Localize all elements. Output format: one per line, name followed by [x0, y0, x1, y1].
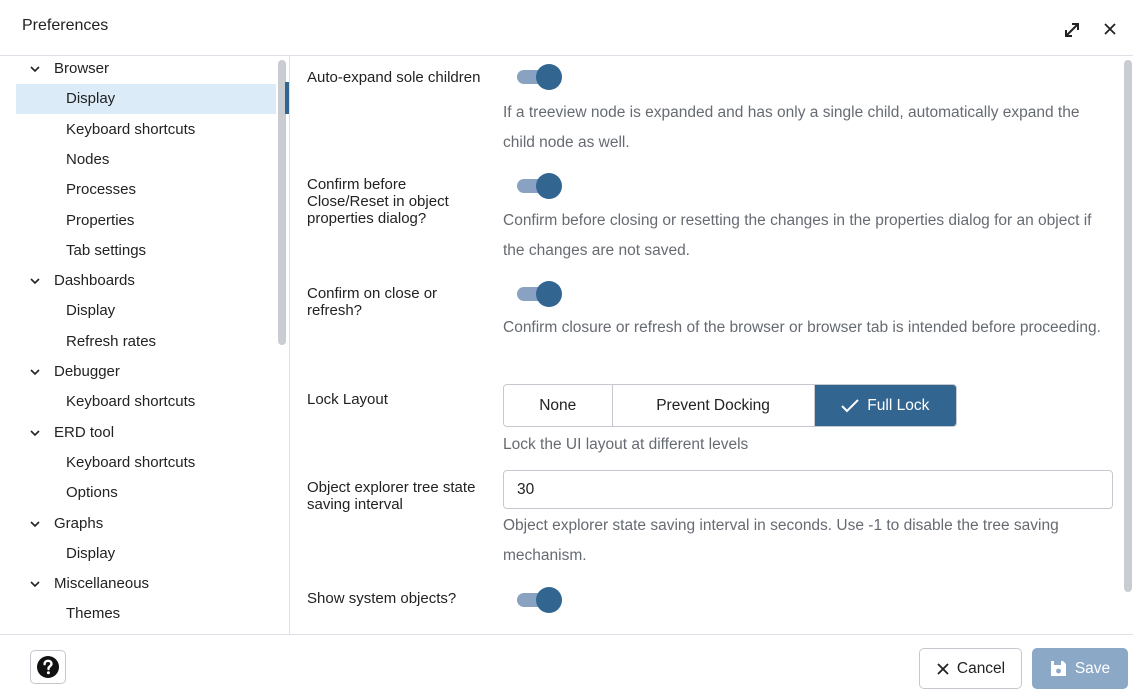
tree-item-label: Debugger [54, 363, 120, 380]
tree-saving-interval-input[interactable] [503, 470, 1113, 509]
cancel-label: Cancel [956, 659, 1006, 677]
dialog-title: Preferences [22, 17, 109, 34]
confirm-close-refresh-toggle[interactable] [517, 280, 563, 307]
tree-item-label: Keyboard shortcuts [66, 453, 196, 471]
tree-group[interactable]: Graphs [16, 509, 276, 539]
auto-expand-label: Auto-expand sole children [307, 69, 481, 86]
tree-item[interactable]: Themes [16, 599, 276, 629]
lock-layout-option-none[interactable]: None [504, 385, 613, 426]
option-label: Prevent Docking [656, 396, 770, 414]
tree-item[interactable]: Display [16, 84, 276, 115]
tree-item[interactable]: Keyboard shortcuts [16, 115, 276, 145]
tree-item-label: Graphs [54, 514, 104, 532]
show-system-objects-label: Show system objects? [307, 590, 457, 607]
close-icon[interactable] [1100, 19, 1120, 39]
tree-group[interactable]: Browser [16, 54, 276, 84]
chevron-down-icon[interactable] [30, 520, 40, 528]
tree-saving-interval-help: Object explorer state saving interval in… [503, 517, 1059, 564]
tree-item[interactable]: Refresh rates [16, 327, 276, 357]
help-button[interactable] [30, 650, 66, 684]
toggle-knob [536, 173, 562, 199]
tree-item-label: Keyboard shortcuts [66, 120, 196, 138]
settings-scrollbar[interactable] [1124, 60, 1132, 592]
toggle-knob [536, 587, 562, 613]
option-label: None [539, 396, 577, 414]
tree-item[interactable]: Tab settings [16, 236, 276, 266]
tree-item[interactable]: Keyboard shortcuts [16, 448, 276, 478]
chevron-down-icon[interactable] [30, 368, 40, 376]
tree-item-label: Options [66, 484, 118, 502]
lock-layout-help: Lock the UI layout at different levels [503, 436, 749, 453]
tree-item-label: ERD tool [54, 423, 115, 441]
tree-group[interactable]: ERD tool [16, 418, 276, 448]
tree-item[interactable]: Properties [16, 206, 276, 236]
tree-selection-indicator [285, 82, 289, 114]
confirm-close-reset-help: Confirm before closing or resetting the … [503, 212, 1092, 259]
auto-expand-toggle[interactable] [517, 63, 563, 90]
chevron-down-icon[interactable] [30, 429, 40, 437]
check-icon [841, 398, 860, 412]
lock-layout-selector: None Prevent Docking Full Lock [503, 384, 957, 427]
save-label: Save [1074, 659, 1111, 677]
confirm-close-refresh-help: Confirm closure or refresh of the browse… [503, 319, 1101, 336]
tree-group[interactable]: Miscellaneous [16, 569, 276, 599]
tree-item-label: Properties [66, 211, 135, 229]
auto-expand-help: If a treeview node is expanded and has o… [503, 104, 1080, 151]
show-system-objects-toggle[interactable] [517, 586, 563, 613]
tree-item[interactable]: Nodes [16, 145, 276, 175]
floppy-disk-icon [1050, 661, 1066, 676]
chevron-down-icon[interactable] [30, 277, 40, 285]
tree-item[interactable]: Display [16, 539, 276, 569]
expand-icon[interactable] [1062, 20, 1082, 40]
tree-item-label: Display [66, 302, 116, 320]
tree-saving-interval-label: Object explorer tree state saving interv… [307, 479, 476, 513]
option-label: Full Lock [867, 396, 930, 414]
chevron-down-icon[interactable] [30, 580, 40, 588]
lock-layout-option-full-lock[interactable]: Full Lock [814, 385, 956, 426]
tree-item-label: Browser [54, 60, 110, 77]
tree-item-label: Dashboards [54, 272, 135, 290]
tree-item-label: Display [66, 90, 116, 108]
chevron-down-icon[interactable] [30, 65, 40, 73]
confirm-close-reset-label: Confirm before Close/Reset in object pro… [307, 176, 449, 227]
cancel-button[interactable]: Cancel [919, 648, 1022, 689]
tree-item-label: Miscellaneous [54, 575, 150, 593]
tree-item[interactable]: Processes [16, 175, 276, 205]
help-icon [37, 656, 59, 678]
tree-group[interactable]: Debugger [16, 357, 276, 387]
lock-layout-label: Lock Layout [307, 391, 388, 408]
tree-group[interactable]: Dashboards [16, 266, 276, 296]
confirm-close-reset-toggle[interactable] [517, 172, 563, 199]
tree-item-label: Keyboard shortcuts [66, 393, 196, 411]
save-button[interactable]: Save [1032, 648, 1128, 689]
tree-item-label: Display [66, 544, 116, 562]
tree-item-label: Tab settings [66, 241, 147, 259]
tree-item-label: Refresh rates [66, 332, 157, 350]
close-icon [937, 662, 949, 675]
tree-item[interactable]: Options [16, 478, 276, 508]
tree-item-label: Processes [66, 181, 137, 199]
toggle-knob [536, 64, 562, 90]
toggle-knob [536, 281, 562, 307]
dialog-titlebar: Preferences [0, 0, 1133, 56]
tree-item[interactable]: Display [16, 296, 276, 326]
tree-item-label: Nodes [66, 150, 110, 168]
confirm-close-refresh-label: Confirm on close or refresh? [307, 285, 438, 319]
lock-layout-option-prevent-docking[interactable]: Prevent Docking [612, 385, 815, 426]
tree-item[interactable]: Keyboard shortcuts [16, 387, 276, 417]
tree-item-label: Themes [66, 605, 121, 623]
